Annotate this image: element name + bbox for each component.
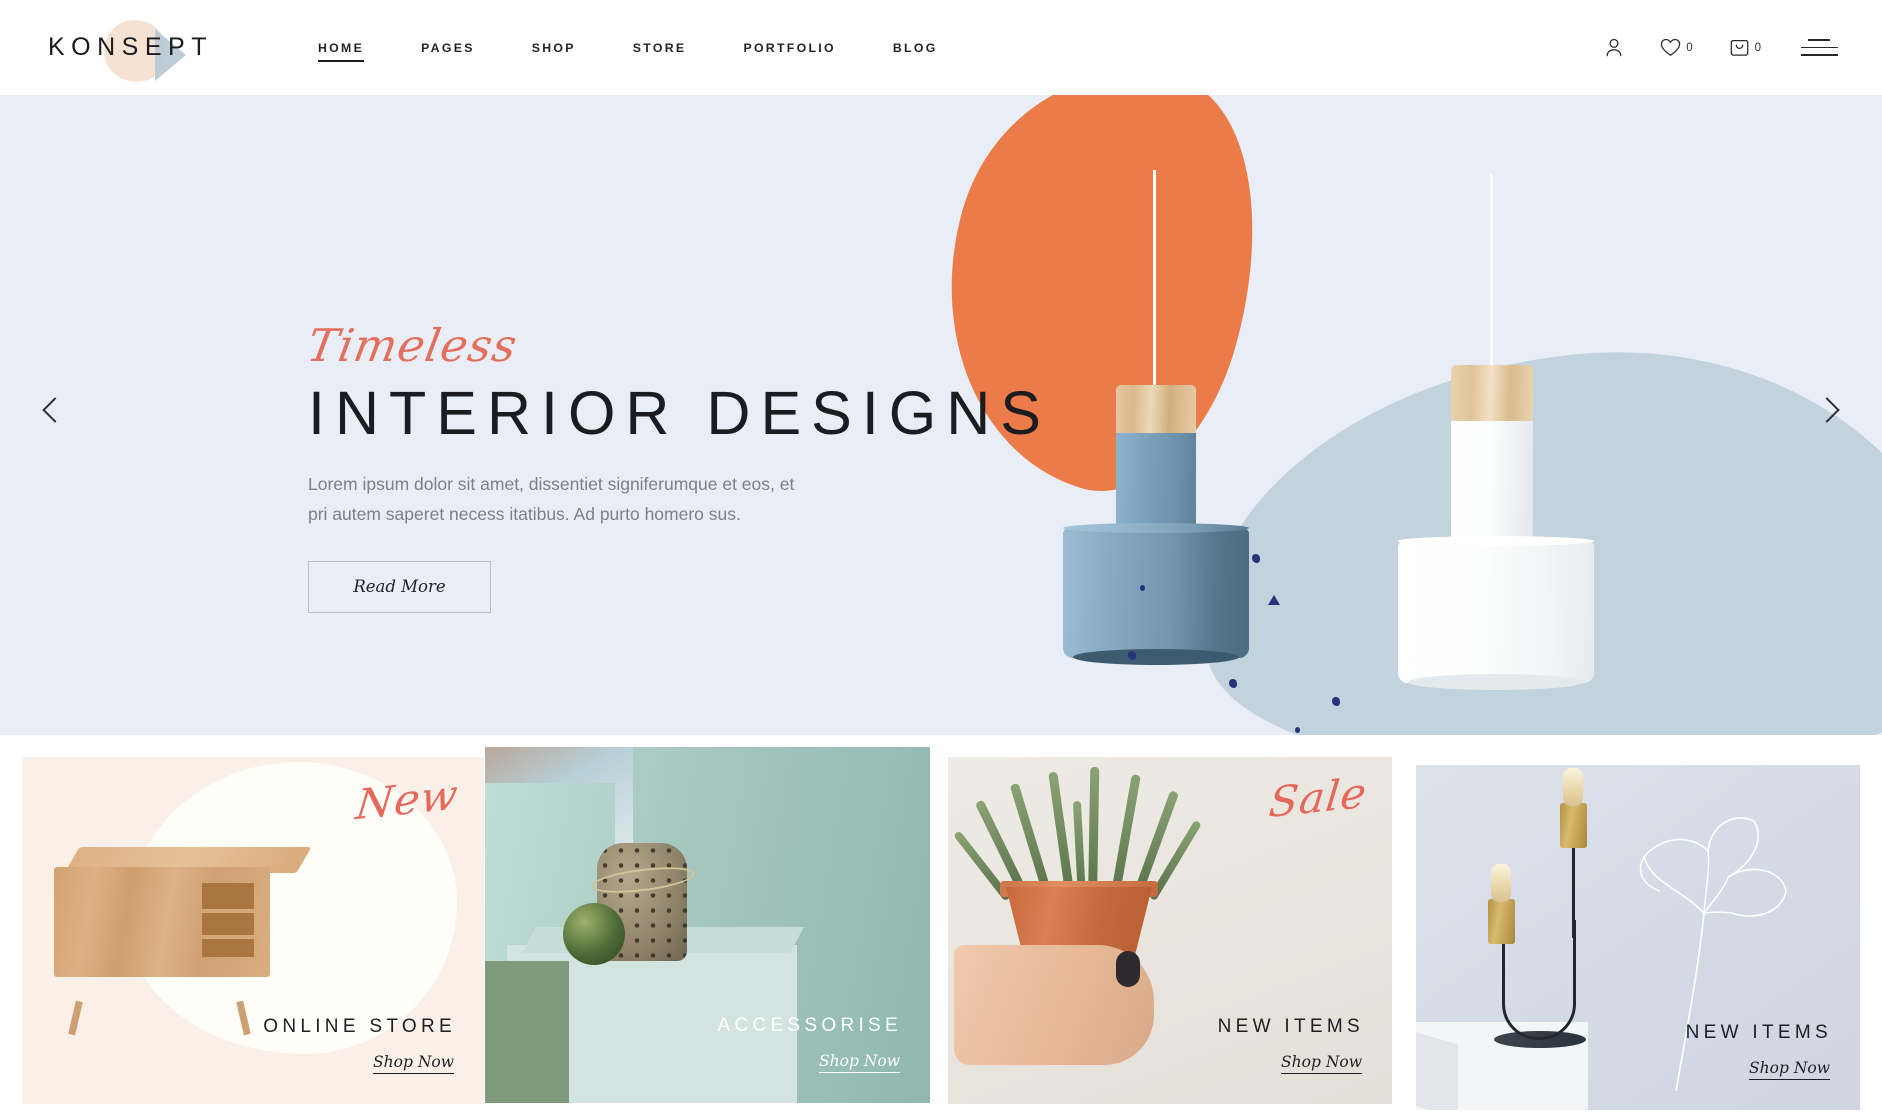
card-artwork-accessorise	[485, 747, 930, 1103]
hero-subtitle-line-1: Lorem ipsum dolor sit amet, dissentiet s…	[308, 473, 795, 494]
hamburger-menu-icon[interactable]	[1801, 39, 1838, 56]
console-open-shelf	[202, 883, 254, 957]
category-card-new-items-lamp[interactable]: NEW ITEMS Shop Now	[1416, 765, 1860, 1110]
confetti-dot	[1140, 585, 1145, 591]
card-label: NEW ITEMS	[1685, 1022, 1832, 1043]
account-button[interactable]	[1604, 37, 1624, 58]
nav-item-shop[interactable]: SHOP	[532, 35, 576, 61]
hero-white-pendant-lamp	[1398, 173, 1618, 693]
shopping-bag-icon	[1730, 39, 1748, 56]
chevron-right-icon	[1814, 397, 1840, 423]
lamp-cord	[1490, 173, 1493, 373]
shop-now-link[interactable]: Shop Now	[1281, 1053, 1362, 1074]
console-shelf	[202, 935, 254, 939]
read-more-button[interactable]: Read More	[308, 561, 491, 614]
confetti-dot	[1229, 679, 1237, 688]
confetti-dot	[1332, 697, 1340, 706]
hero-blue-pendant-lamp	[1055, 170, 1255, 675]
card-label: NEW ITEMS	[1217, 1016, 1364, 1037]
user-icon	[1606, 38, 1622, 57]
lamp-bulb	[1491, 864, 1511, 902]
brass-table-lamp-illustration	[1476, 768, 1606, 1048]
burger-line-2	[1801, 46, 1838, 49]
nav-item-store[interactable]: STORE	[633, 35, 687, 61]
confetti-dot	[1252, 554, 1260, 563]
wishlist-button[interactable]: 0	[1660, 38, 1693, 57]
nav-item-blog[interactable]: BLOG	[893, 35, 938, 61]
hero-slider: Timeless INTERIOR DESIGNS Lorem ipsum do…	[0, 95, 1882, 735]
cart-count: 0	[1754, 41, 1761, 54]
slider-prev-button[interactable]	[32, 395, 72, 435]
lamp-cord	[1153, 170, 1156, 392]
category-card-grid: New ONLINE STORE Shop Now ACCESSORISE Sh…	[0, 735, 1882, 1117]
category-card-new-items-plant[interactable]: Sale NEW ITEMS Shop Now	[948, 757, 1392, 1104]
console-leg	[68, 1000, 83, 1036]
header-actions: 0 0	[1568, 0, 1838, 95]
burger-line-1	[1808, 39, 1830, 41]
wooden-tv-console-illustration	[54, 847, 312, 1036]
hero-eyebrow: Timeless	[303, 319, 522, 372]
console-shelf	[202, 909, 254, 913]
card-label: ACCESSORISE	[717, 1015, 902, 1036]
lamp-brass-socket	[1488, 899, 1515, 944]
nav-item-home[interactable]: HOME	[318, 35, 365, 62]
shop-now-link[interactable]: Shop Now	[1749, 1059, 1830, 1080]
heart-icon	[1660, 38, 1681, 56]
nav-item-portfolio[interactable]: PORTFOLIO	[743, 35, 835, 61]
shop-now-link[interactable]: Shop Now	[819, 1052, 900, 1073]
confetti-dot	[1128, 651, 1136, 660]
confetti-dot	[1295, 727, 1300, 733]
card-label: ONLINE STORE	[263, 1016, 456, 1037]
site-logo[interactable]: KONSEPT	[48, 13, 263, 86]
lamp-wood-cap	[1451, 365, 1533, 426]
main-navigation: HOME PAGES SHOP STORE PORTFOLIO BLOG	[318, 35, 938, 62]
lamp-stem	[1572, 840, 1576, 938]
lamp-bulb	[1563, 768, 1583, 806]
cart-button[interactable]: 0	[1729, 37, 1761, 58]
burger-line-3	[1801, 54, 1838, 56]
lamp-shade	[1398, 536, 1594, 690]
hand-holding-pot	[954, 945, 1154, 1065]
lamp-wood-cap	[1116, 385, 1196, 440]
chevron-left-icon	[42, 397, 68, 423]
shop-now-link[interactable]: Shop Now	[373, 1053, 454, 1074]
lamp-neck	[1116, 433, 1196, 535]
lamp-shade	[1063, 523, 1249, 665]
green-glass-ball	[563, 903, 625, 965]
site-header: KONSEPT HOME PAGES SHOP STORE PORTFOLIO …	[0, 0, 1882, 95]
lamp-brass-socket	[1560, 803, 1587, 848]
hero-title: INTERIOR DESIGNS	[308, 379, 1051, 447]
lamp-neck	[1451, 421, 1533, 546]
nav-item-pages[interactable]: PAGES	[421, 35, 475, 61]
wishlist-count: 0	[1686, 41, 1693, 54]
category-card-online-store[interactable]: New ONLINE STORE Shop Now	[22, 757, 484, 1104]
logo-text: KONSEPT	[48, 33, 213, 61]
hero-subtitle-line-2: pri autem saperet necess itatibus. Ad pu…	[308, 504, 741, 525]
category-card-accessorise[interactable]: ACCESSORISE Shop Now	[485, 747, 930, 1103]
hero-content: Timeless INTERIOR DESIGNS Lorem ipsum do…	[303, 319, 1068, 614]
confetti-dot	[1268, 595, 1280, 605]
slider-next-button[interactable]	[1804, 395, 1844, 435]
